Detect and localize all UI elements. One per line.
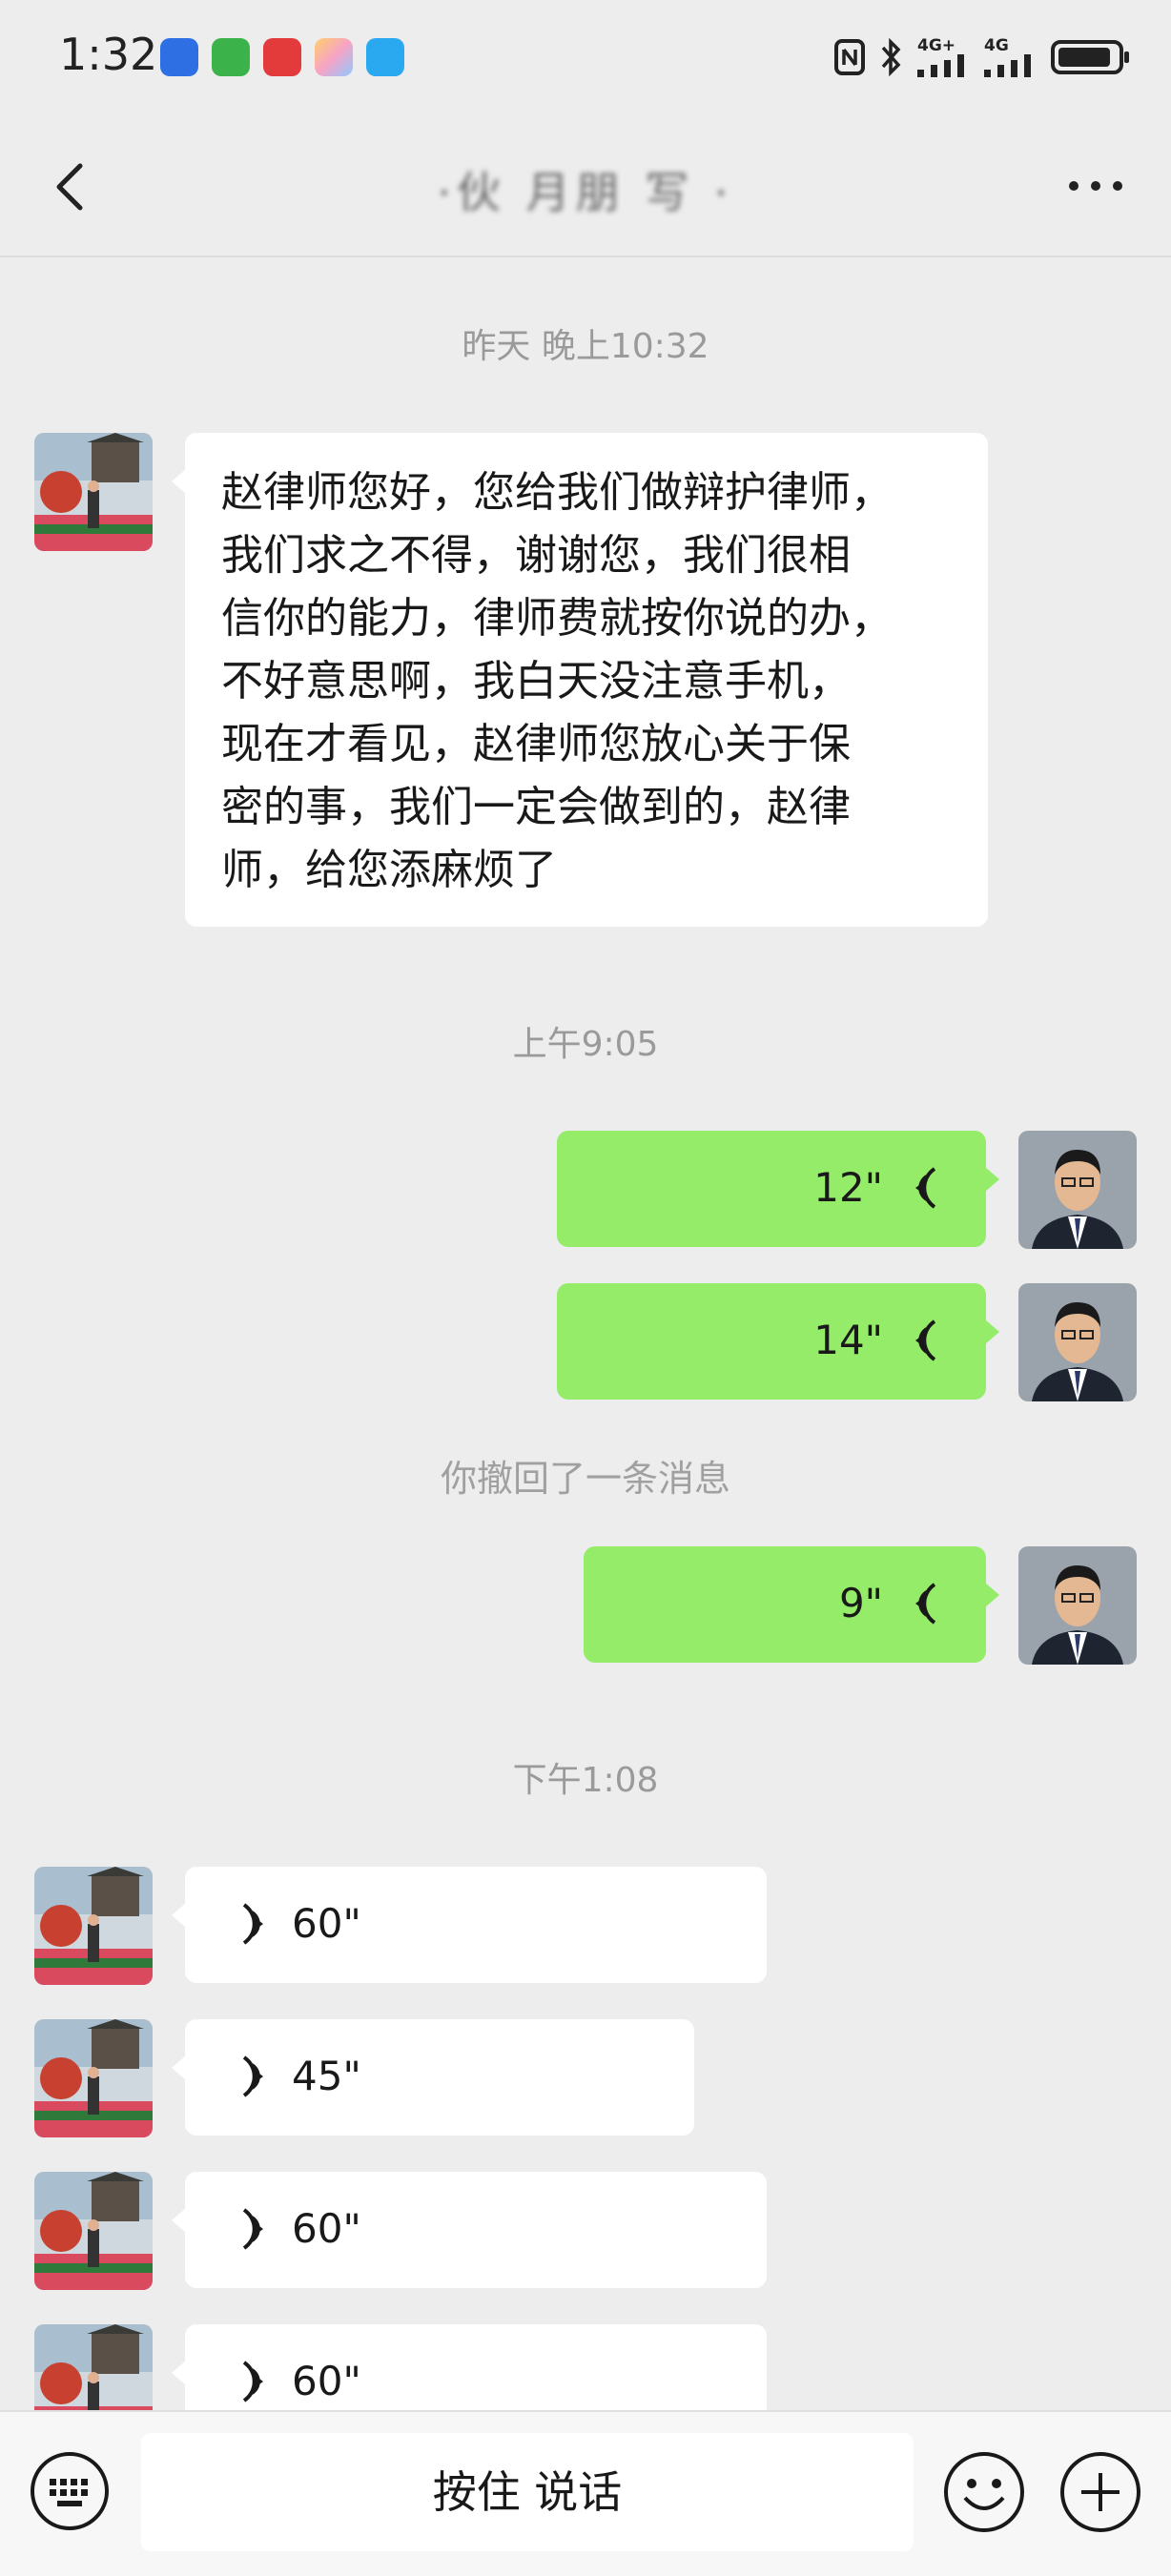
network-2-label: 4G — [984, 35, 1009, 55]
status-indicators: 4G+ 4G — [833, 34, 1129, 80]
status-time: 1:32 — [59, 29, 158, 80]
voice-duration: 60" — [292, 2205, 361, 2252]
back-arrow-icon[interactable] — [46, 160, 93, 214]
voice-wave-icon — [242, 2208, 263, 2250]
timestamp: 上午9:05 — [512, 1025, 659, 1064]
recall-notice: 你撤回了一条消息 — [440, 1458, 730, 1500]
keyboard-icon[interactable] — [29, 2450, 111, 2532]
contact-avatar[interactable] — [34, 2172, 153, 2290]
incoming-voice-message[interactable]: 60" — [172, 1867, 767, 1983]
green-app-icon — [212, 38, 250, 76]
timestamp: 下午1:08 — [512, 1761, 659, 1800]
message-text: 赵律师您好，您给我们做辩护律师， 我们求之不得，谢谢您，我们很相 信你的能力，律… — [221, 468, 893, 894]
bluetooth-app-icon — [160, 38, 198, 76]
voice-wave-icon — [915, 1319, 936, 1361]
status-bar: 1:32 4G+ 4G — [0, 0, 1171, 116]
voice-wave-icon — [915, 1167, 936, 1209]
chat-title: ·伙 月朋 写 · — [437, 167, 734, 218]
hold-to-talk-button[interactable]: 按住 说话 — [141, 2433, 914, 2551]
outgoing-voice-message[interactable]: 9" — [584, 1546, 999, 1663]
photos-app-icon — [315, 38, 353, 76]
contact-avatar[interactable] — [34, 2019, 153, 2137]
search-app-icon — [366, 38, 404, 76]
network-1-label: 4G+ — [917, 35, 956, 55]
my-avatar[interactable] — [1018, 1546, 1137, 1665]
voice-duration: 60" — [292, 1900, 361, 1947]
voice-wave-icon — [915, 1583, 936, 1625]
voice-duration: 14" — [813, 1317, 883, 1363]
outgoing-voice-message[interactable]: 12" — [557, 1131, 999, 1247]
voice-duration: 12" — [813, 1164, 883, 1211]
bluetooth-icon — [881, 38, 901, 76]
outgoing-voice-message[interactable]: 14" — [557, 1283, 999, 1400]
incoming-text-message[interactable]: 赵律师您好，您给我们做辩护律师， 我们求之不得，谢谢您，我们很相 信你的能力，律… — [172, 433, 988, 927]
voice-wave-icon — [242, 1903, 263, 1945]
voice-duration: 45" — [292, 2053, 361, 2099]
my-avatar[interactable] — [1018, 1131, 1137, 1249]
more-options-icon[interactable] — [1066, 175, 1125, 196]
contact-avatar[interactable] — [34, 433, 153, 551]
voice-wave-icon — [242, 2361, 263, 2402]
input-bar: 按住 说话 — [0, 2410, 1171, 2576]
chat-header: ·伙 月朋 写 · — [0, 116, 1171, 257]
voice-duration: 9" — [838, 1580, 883, 1626]
battery-level — [1058, 48, 1110, 67]
timestamp: 昨天 晚上10:32 — [462, 327, 709, 366]
incoming-voice-message[interactable]: 45" — [172, 2019, 694, 2136]
voice-wave-icon — [242, 2055, 263, 2097]
nfc-icon — [834, 39, 865, 75]
battery-icon — [1051, 40, 1129, 74]
red-app-icon — [263, 38, 301, 76]
plus-icon[interactable] — [1058, 2450, 1142, 2534]
voice-duration: 60" — [292, 2358, 361, 2404]
signal-1-icon — [917, 53, 964, 77]
incoming-voice-message[interactable]: 60" — [172, 2172, 767, 2288]
emoji-icon[interactable] — [942, 2450, 1026, 2534]
my-avatar[interactable] — [1018, 1283, 1137, 1401]
signal-2-icon — [984, 53, 1031, 77]
contact-avatar[interactable] — [34, 1867, 153, 1985]
